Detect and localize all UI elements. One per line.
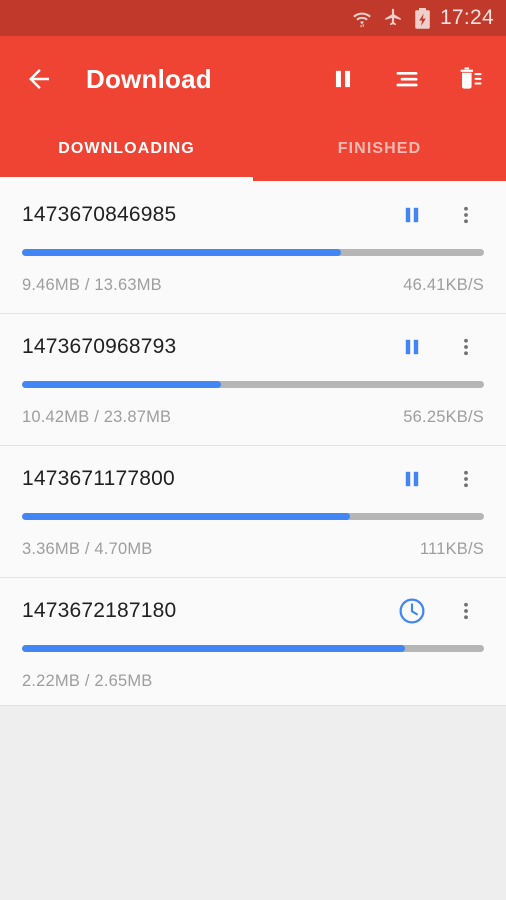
download-progress-bar [22, 645, 484, 652]
download-progress-fill [22, 645, 406, 652]
status-bar-clock: 17:24 [439, 6, 494, 29]
more-vertical-icon [464, 206, 468, 224]
download-item-header: 1473671177800 [22, 445, 484, 513]
tab-bar: DOWNLOADING FINISHED [0, 122, 506, 181]
download-name: 1473670846985 [22, 203, 177, 226]
download-item-footer: 10.42MB / 23.87MB 56.25KB/S [22, 408, 484, 427]
app-screen: 17:24 Download DOWNLOADING FINISHED 1473… [0, 0, 506, 900]
download-name: 1473670968793 [22, 335, 177, 358]
sort-button[interactable] [390, 62, 424, 96]
download-list: 1473670846985 9.46MB / 13.63MB 46.41KB/S… [0, 181, 506, 705]
pause-icon [335, 70, 351, 88]
download-speed: 56.25KB/S [403, 408, 484, 426]
download-menu-button[interactable] [448, 459, 484, 499]
download-progress-bar [22, 249, 484, 256]
wifi-data-icon [352, 8, 372, 28]
download-item-header: 1473670846985 [22, 181, 484, 249]
pause-icon [405, 207, 419, 223]
download-speed: 111KB/S [419, 540, 484, 558]
status-bar-icons [352, 7, 431, 29]
download-pause-button[interactable] [392, 327, 432, 367]
download-item[interactable]: 1473672187180 2.22MB / 2.65MB [0, 577, 506, 705]
back-button[interactable] [22, 62, 56, 96]
status-bar: 17:24 [0, 0, 506, 36]
pause-icon [405, 471, 419, 487]
more-vertical-icon [464, 470, 468, 488]
download-item-header: 1473672187180 [22, 577, 484, 645]
download-progress-fill [22, 513, 351, 520]
download-size: 2.22MB / 2.65MB [22, 672, 153, 690]
download-progress-bar [22, 513, 484, 520]
page-title: Download [86, 63, 212, 94]
pending-clock-icon [399, 598, 425, 624]
pause-icon [405, 339, 419, 355]
download-progress-fill [22, 381, 221, 388]
download-item[interactable]: 1473670968793 10.42MB / 23.87MB 56.25KB/… [0, 313, 506, 445]
airplane-mode-icon [383, 8, 403, 28]
download-size: 3.36MB / 4.70MB [22, 540, 153, 558]
delete-list-icon [460, 67, 482, 89]
tab-downloading-label: DOWNLOADING [58, 139, 195, 157]
download-pause-button[interactable] [392, 459, 432, 499]
empty-space [0, 706, 506, 900]
back-arrow-icon [29, 69, 49, 89]
download-pending-button[interactable] [392, 591, 432, 631]
download-speed: 46.41KB/S [403, 276, 484, 294]
battery-charging-icon [414, 7, 431, 29]
download-progress-fill [22, 249, 341, 256]
download-item-footer: 2.22MB / 2.65MB [22, 672, 484, 691]
download-item-header: 1473670968793 [22, 313, 484, 381]
download-size: 10.42MB / 23.87MB [22, 408, 172, 426]
download-size: 9.46MB / 13.63MB [22, 276, 162, 294]
screen-body: 1473670846985 9.46MB / 13.63MB 46.41KB/S… [0, 181, 506, 900]
more-vertical-icon [464, 338, 468, 356]
download-progress-bar [22, 381, 484, 388]
download-menu-button[interactable] [448, 195, 484, 235]
app-bar-actions [326, 62, 488, 96]
delete-button[interactable] [454, 62, 488, 96]
app-bar: Download DOWNLOADING FINISHED [0, 36, 506, 181]
download-item[interactable]: 1473671177800 3.36MB / 4.70MB 111KB/S [0, 445, 506, 577]
download-menu-button[interactable] [448, 327, 484, 367]
download-pause-button[interactable] [392, 195, 432, 235]
download-menu-button[interactable] [448, 591, 484, 631]
download-item-footer: 3.36MB / 4.70MB 111KB/S [22, 540, 484, 559]
more-vertical-icon [464, 602, 468, 620]
pause-all-button[interactable] [326, 62, 360, 96]
tab-finished-label: FINISHED [337, 139, 422, 157]
app-bar-top-row: Download [0, 36, 506, 122]
download-item-footer: 9.46MB / 13.63MB 46.41KB/S [22, 276, 484, 295]
download-item[interactable]: 1473670846985 9.46MB / 13.63MB 46.41KB/S [0, 181, 506, 313]
download-name: 1473672187180 [22, 599, 177, 622]
download-name: 1473671177800 [22, 467, 175, 490]
tab-finished[interactable]: FINISHED [253, 122, 506, 181]
sort-lines-icon [396, 72, 418, 87]
tab-downloading[interactable]: DOWNLOADING [0, 122, 253, 181]
